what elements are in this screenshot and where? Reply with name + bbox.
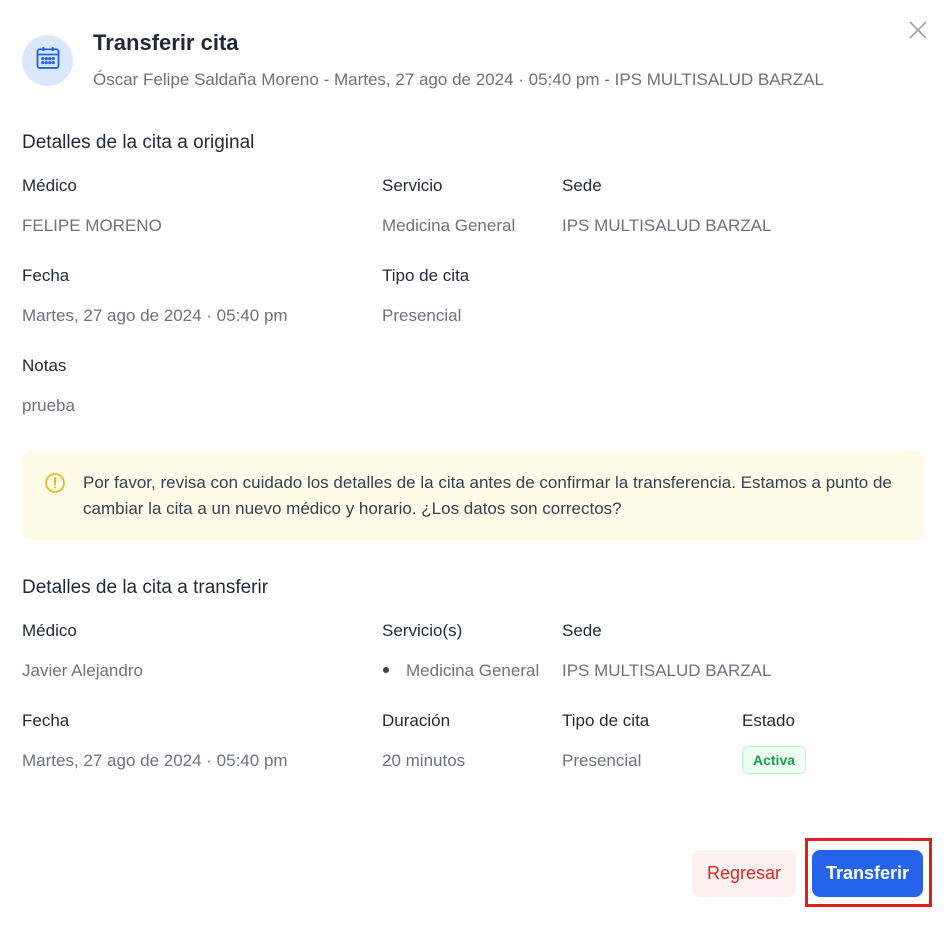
original-sede-value: IPS MULTISALUD BARZAL: [562, 216, 772, 235]
transfer-estado-label: Estado: [742, 711, 795, 730]
transfer-section-title: Detalles de la cita a transferir: [22, 577, 269, 598]
transfer-tipo-value: Presencial: [562, 751, 642, 770]
transfer-servicios-label: Servicio(s): [382, 621, 463, 640]
original-section-title: Detalles de la cita a original: [22, 132, 255, 153]
transfer-sede-value: IPS MULTISALUD BARZAL: [562, 661, 772, 680]
original-tipo-label: Tipo de cita: [382, 266, 470, 285]
original-servicio-value: Medicina General: [382, 216, 516, 235]
original-medico-label: Médico: [22, 176, 77, 195]
transfer-duracion-label: Duración: [382, 711, 451, 730]
original-tipo-value: Presencial: [382, 306, 462, 325]
original-servicio-label: Servicio: [382, 176, 443, 195]
original-sede-label: Sede: [562, 176, 602, 195]
warning-circle-icon: [44, 472, 66, 494]
list-bullet: [383, 667, 389, 673]
transfer-sede-label: Sede: [562, 621, 602, 640]
original-medico-value: FELIPE MORENO: [22, 216, 162, 235]
header-icon-badge: [22, 35, 73, 86]
transfer-duracion-value: 20 minutos: [382, 751, 466, 770]
original-fecha-value: Martes, 27 ago de 2024 · 05:40 pm: [22, 306, 288, 325]
transfer-fecha-label: Fecha: [22, 711, 70, 730]
transfer-servicio-item: Medicina General: [406, 661, 540, 680]
original-notas-label: Notas: [22, 356, 67, 375]
original-fecha-label: Fecha: [22, 266, 70, 285]
close-button[interactable]: [902, 16, 934, 48]
transfer-medico-value: Javier Alejandro: [22, 661, 143, 680]
calendar-icon: [34, 44, 62, 77]
transfer-button[interactable]: Transferir: [812, 850, 923, 897]
transfer-medico-label: Médico: [22, 621, 77, 640]
transfer-fecha-value: Martes, 27 ago de 2024 · 05:40 pm: [22, 751, 288, 770]
warning-notice-text: Por favor, revisa con cuidado los detall…: [83, 473, 892, 518]
back-button[interactable]: Regresar: [692, 850, 796, 897]
close-icon: [908, 20, 928, 45]
original-notas-value: prueba: [22, 396, 75, 415]
dialog-title: Transferir cita: [93, 30, 239, 55]
dialog-subtitle: Óscar Felipe Saldaña Moreno - Martes, 27…: [93, 70, 825, 89]
status-badge: Activa: [742, 746, 807, 774]
transfer-tipo-label: Tipo de cita: [562, 711, 650, 730]
